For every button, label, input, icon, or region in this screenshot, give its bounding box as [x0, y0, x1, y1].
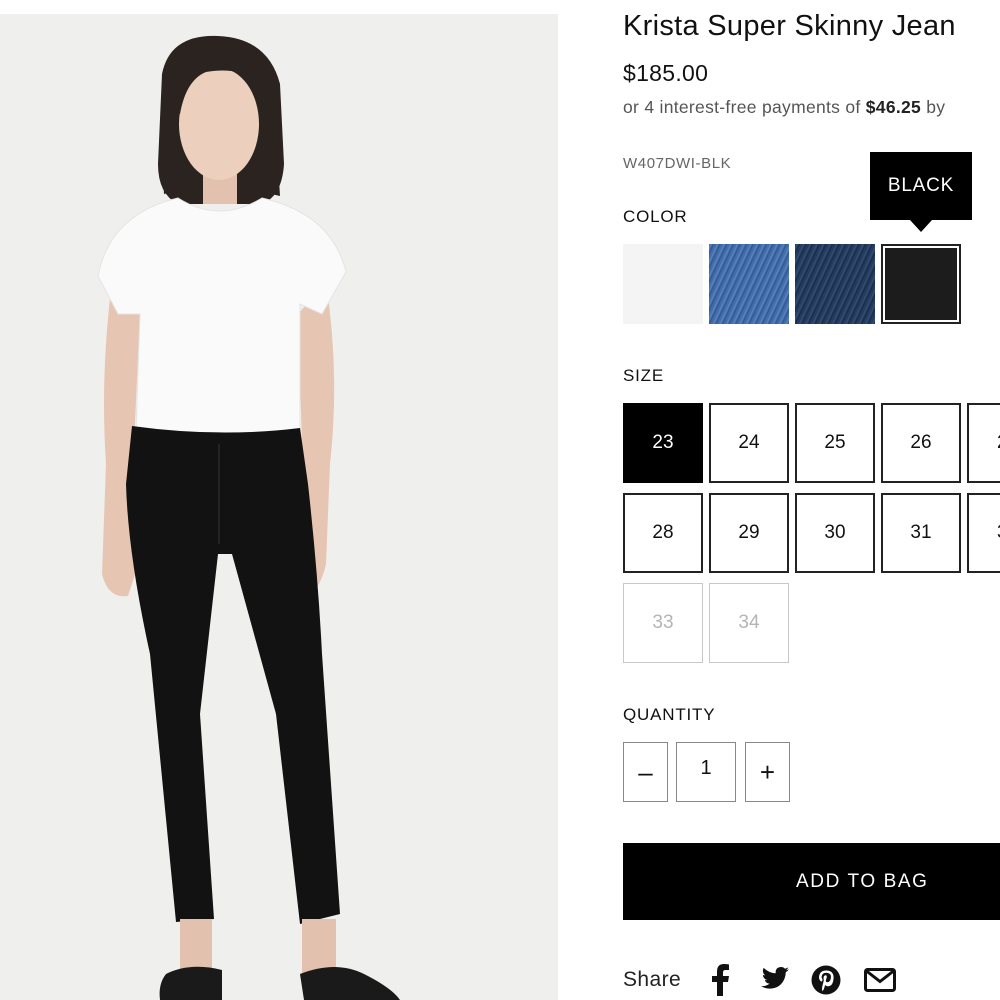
- product-info-panel: Krista Super Skinny Jean $185.00 or 4 in…: [623, 0, 1000, 1000]
- installment-info: or 4 interest-free payments of $46.25 by: [623, 97, 945, 118]
- color-label: COLOR: [623, 207, 688, 226]
- product-price: $185.00: [623, 60, 709, 86]
- quantity-decrement-button[interactable]: –: [623, 742, 668, 802]
- share-label: Share: [623, 968, 682, 991]
- pinterest-icon[interactable]: [809, 963, 843, 997]
- color-tooltip: BLACK: [870, 152, 972, 232]
- product-sku: W407DWI-BLK: [623, 155, 732, 172]
- color-swatch-medium-blue[interactable]: [709, 244, 789, 324]
- product-image[interactable]: [0, 14, 558, 1000]
- facebook-icon[interactable]: [703, 963, 737, 997]
- size-option-34[interactable]: 34: [709, 583, 789, 663]
- installments-prefix: or 4 interest-free payments of: [623, 97, 861, 117]
- mail-icon[interactable]: [863, 963, 897, 997]
- installments-amount: $46.25: [865, 97, 922, 117]
- add-to-bag-button[interactable]: ADD TO BAG: [623, 843, 1000, 920]
- color-swatch-white[interactable]: [623, 244, 703, 324]
- installments-suffix: by: [926, 97, 946, 117]
- quantity-label: QUANTITY: [623, 705, 716, 724]
- size-option-33[interactable]: 33: [623, 583, 703, 663]
- color-swatch-dark-blue[interactable]: [795, 244, 875, 324]
- size-option-30[interactable]: 30: [795, 493, 875, 573]
- twitter-icon[interactable]: [756, 963, 790, 997]
- size-option-25[interactable]: 25: [795, 403, 875, 483]
- size-option-32[interactable]: 32: [967, 493, 1000, 573]
- size-option-29[interactable]: 29: [709, 493, 789, 573]
- size-label: SIZE: [623, 366, 664, 385]
- size-option-27[interactable]: 27: [967, 403, 1000, 483]
- size-option-24[interactable]: 24: [709, 403, 789, 483]
- size-option-31[interactable]: 31: [881, 493, 961, 573]
- size-option-26[interactable]: 26: [881, 403, 961, 483]
- color-swatch-black[interactable]: [881, 244, 961, 324]
- model-photo: [0, 14, 558, 1000]
- size-option-23[interactable]: 23: [623, 403, 703, 483]
- quantity-input[interactable]: 1: [676, 742, 736, 802]
- size-option-28[interactable]: 28: [623, 493, 703, 573]
- product-title: Krista Super Skinny Jean: [623, 10, 956, 42]
- quantity-increment-button[interactable]: +: [745, 742, 790, 802]
